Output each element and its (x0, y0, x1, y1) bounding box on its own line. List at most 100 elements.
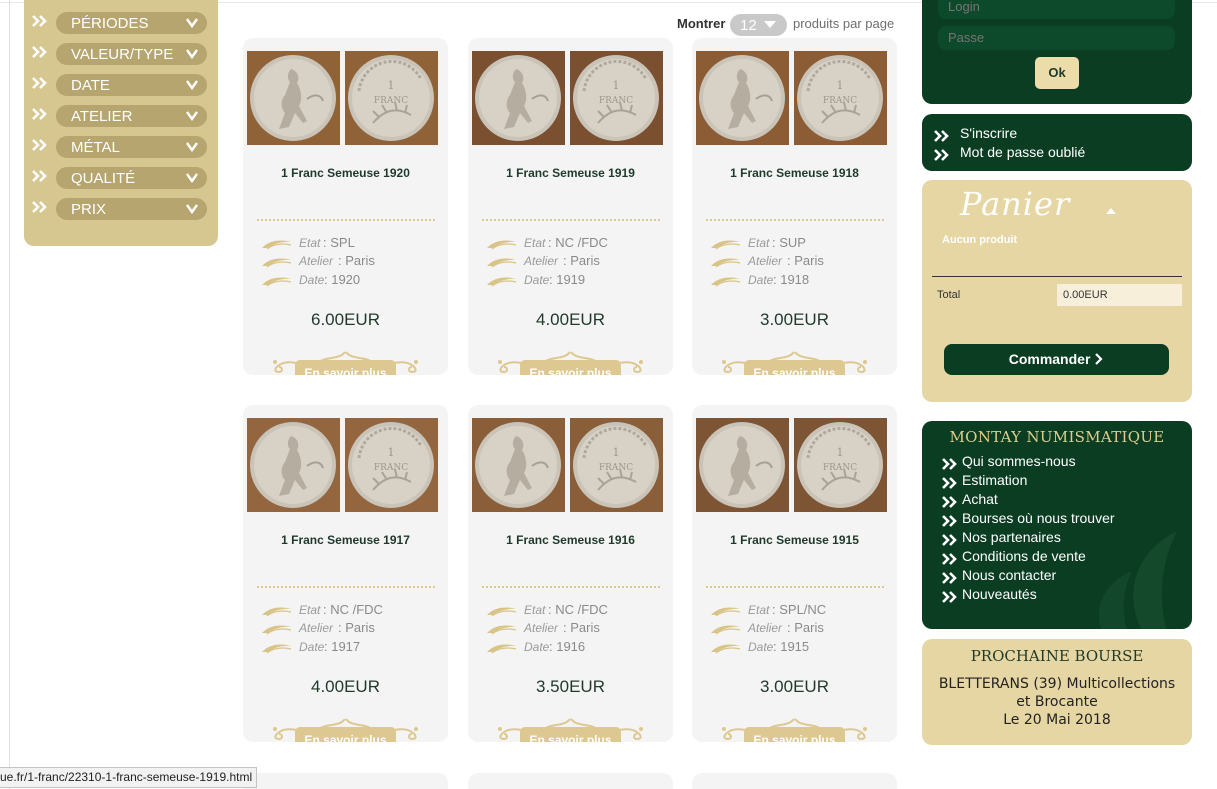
login-ok-button[interactable]: Ok (1035, 57, 1079, 89)
product-price: 6.00EUR (311, 310, 380, 329)
account-link[interactable]: Mot de passe oublié (934, 144, 1174, 162)
attr-condition: Etat: SPL (261, 235, 441, 253)
product-card[interactable]: 1 FRANC 1 Franc Semeuse 1920 Etat: SPL Ateli… (243, 38, 448, 375)
filter-row[interactable]: MÉTAL (32, 136, 208, 158)
per-page-suffix: produits par page (793, 16, 895, 31)
product-card[interactable]: 1 FRANC 1 Franc Semeuse 1918 Etat: SUP Ateli… (692, 38, 897, 375)
filter-dropdown[interactable]: MÉTAL (56, 136, 207, 158)
info-link[interactable]: Achat (942, 491, 1182, 509)
product-card[interactable]: 1 FRANC 1 Franc Semeuse 1919 Etat: NC /FDC A… (468, 38, 673, 375)
more-info-button[interactable]: En savoir plus (520, 727, 621, 742)
info-link[interactable]: Nouveautés (942, 586, 1182, 604)
info-link[interactable]: Bourses où nous trouver (942, 510, 1182, 528)
more-info-button[interactable]: En savoir plus (295, 360, 396, 375)
cart-panel: Panier Aucun produit Total 0.00EUR Comma… (922, 180, 1192, 402)
coin-reverse-image[interactable]: 1 FRANC (570, 51, 663, 145)
password-input[interactable] (938, 26, 1175, 50)
per-page-select[interactable]: 12 (730, 14, 787, 36)
chevron-down-icon (764, 21, 776, 28)
filter-row[interactable]: QUALITÉ (32, 167, 208, 189)
product-title[interactable]: 1 Franc Semeuse 1916 (468, 533, 673, 547)
filter-row[interactable]: PÉRIODES (32, 12, 208, 34)
svg-text:FRANC: FRANC (374, 96, 408, 106)
attr-value: : SPL/NC (772, 602, 827, 617)
info-link[interactable]: Nous contacter (942, 567, 1182, 585)
attr-condition: Etat: SPL/NC (710, 602, 890, 620)
fair-panel: PROCHAINE BOURSE BLETTERANS (39) Multico… (922, 639, 1192, 745)
attr-mint: Atelier: Paris (261, 253, 441, 271)
double-chevron-icon (32, 200, 50, 216)
product-title[interactable]: 1 Franc Semeuse 1917 (243, 533, 448, 547)
filter-row[interactable]: DATE (32, 74, 208, 96)
filter-row[interactable]: ATELIER (32, 105, 208, 127)
coin-obverse-image[interactable] (696, 418, 789, 512)
page: PÉRIODES VALEUR/TYPE DATE ATELIER MÉTAL QUALI… (0, 0, 1217, 789)
info-link-label: Achat (962, 491, 998, 507)
filter-dropdown[interactable]: VALEUR/TYPE (56, 43, 207, 65)
filter-dropdown[interactable]: PÉRIODES (56, 12, 207, 34)
attr-value: : 1917 (324, 639, 361, 654)
double-chevron-icon (32, 45, 50, 61)
coin-obverse-image[interactable] (247, 418, 340, 512)
coin-reverse-image[interactable]: 1 FRANC (794, 51, 887, 145)
attr-key: Atelier (748, 621, 783, 635)
order-button-label: Commander (1008, 351, 1091, 367)
attr-value: : SPL (323, 235, 355, 250)
dotted-divider (706, 219, 884, 222)
attr-value: : Paris (787, 253, 824, 268)
dotted-divider (257, 586, 435, 589)
attr-value: : 1916 (549, 639, 586, 654)
filter-dropdown[interactable]: DATE (56, 74, 207, 96)
product-card-partial (468, 773, 673, 789)
more-info-button[interactable]: En savoir plus (520, 360, 621, 375)
attr-mint: Atelier: Paris (710, 253, 890, 271)
chevron-down-icon (186, 111, 198, 121)
caret-up-icon[interactable] (1105, 207, 1117, 215)
account-links: S'inscrire Mot de passe oublié (922, 114, 1192, 171)
coin-reverse-image[interactable]: 1 FRANC (345, 418, 438, 512)
product-card[interactable]: 1 FRANC 1 Franc Semeuse 1916 Etat: NC /FDC A… (468, 405, 673, 742)
filter-dropdown[interactable]: QUALITÉ (56, 167, 207, 189)
coin-reverse-image[interactable]: 1 FRANC (345, 51, 438, 145)
account-link[interactable]: S'inscrire (934, 125, 1174, 143)
info-link[interactable]: Conditions de vente (942, 548, 1182, 566)
coin-obverse-image[interactable] (696, 51, 789, 145)
filter-row[interactable]: VALEUR/TYPE (32, 43, 208, 65)
order-button[interactable]: Commander (944, 344, 1169, 375)
coin-obverse-image[interactable] (472, 418, 565, 512)
login-input[interactable] (938, 0, 1175, 19)
product-title[interactable]: 1 Franc Semeuse 1920 (243, 166, 448, 180)
attr-key: Date (524, 640, 550, 654)
filter-dropdown[interactable]: PRIX (56, 198, 207, 220)
product-card[interactable]: 1 FRANC 1 Franc Semeuse 1917 Etat: NC /FDC A… (243, 405, 448, 742)
info-link[interactable]: Estimation (942, 472, 1182, 490)
coin-reverse-image[interactable]: 1 FRANC (794, 418, 887, 512)
per-page-value: 12 (740, 17, 757, 34)
chevron-down-icon (186, 49, 198, 59)
product-card-partial (692, 773, 897, 789)
more-info-button[interactable]: En savoir plus (744, 360, 845, 375)
attr-date: Date: 1917 (261, 639, 441, 657)
product-card[interactable]: 1 FRANC 1 Franc Semeuse 1915 Etat: SPL/NC At… (692, 405, 897, 742)
product-price: 4.00EUR (536, 310, 605, 329)
svg-text:1: 1 (837, 446, 844, 459)
cart-divider (932, 276, 1182, 277)
product-price: 3.00EUR (760, 677, 829, 696)
product-title[interactable]: 1 Franc Semeuse 1919 (468, 166, 673, 180)
info-link[interactable]: Nos partenaires (942, 529, 1182, 547)
coin-obverse-image[interactable] (247, 51, 340, 145)
product-price: 3.50EUR (536, 677, 605, 696)
attr-key: Etat (299, 603, 321, 617)
coin-obverse-image[interactable] (472, 51, 565, 145)
product-title[interactable]: 1 Franc Semeuse 1915 (692, 533, 897, 547)
more-info-button[interactable]: En savoir plus (295, 727, 396, 742)
more-info-button[interactable]: En savoir plus (744, 727, 845, 742)
attr-key: Atelier (524, 621, 559, 635)
filter-dropdown[interactable]: ATELIER (56, 105, 207, 127)
info-link[interactable]: Qui sommes-nous (942, 453, 1182, 471)
coin-reverse-image[interactable]: 1 FRANC (570, 418, 663, 512)
dotted-divider (482, 586, 660, 589)
filter-row[interactable]: PRIX (32, 198, 208, 220)
attr-mint: Atelier: Paris (261, 620, 441, 638)
product-title[interactable]: 1 Franc Semeuse 1918 (692, 166, 897, 180)
